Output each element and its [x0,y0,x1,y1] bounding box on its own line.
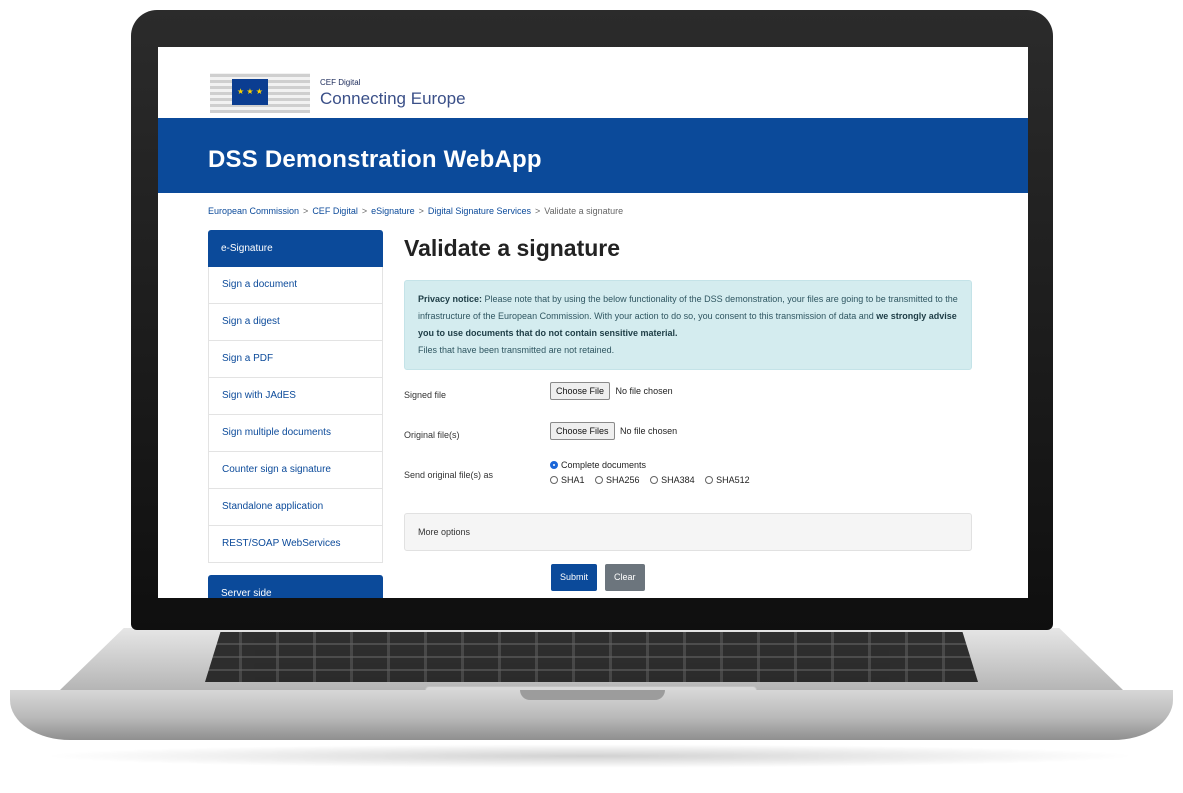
sidebar-item-sign-pdf[interactable]: Sign a PDF [208,341,383,378]
sidebar-item-sign-jades[interactable]: Sign with JAdES [208,378,383,415]
breadcrumb-european-commission[interactable]: European Commission [208,206,299,216]
sidebar-nav: e-Signature Sign a document Sign a diges… [208,230,383,598]
radio-sha256-label: SHA256 [606,475,640,485]
original-files-label: Original file(s) [404,430,460,440]
laptop-notch [520,690,665,700]
notice-retention: Files that have been transmitted are not… [418,345,615,355]
laptop-keyboard [205,632,978,682]
submit-button[interactable]: Submit [551,564,598,591]
breadcrumb-esignature[interactable]: eSignature [371,206,415,216]
breadcrumb-digital-signature-services[interactable]: Digital Signature Services [428,206,531,216]
radio-complete-label: Complete documents [561,460,647,470]
logo-small-text: CEF Digital [320,78,361,87]
sidebar-heading-esignature: e-Signature [208,230,383,267]
main-content: Validate a signature Privacy notice: Ple… [404,230,972,594]
radio-sha1-label: SHA1 [561,475,585,485]
radio-empty-icon [550,476,558,484]
radio-empty-icon [705,476,714,484]
original-files-status: No file chosen [620,426,678,436]
radio-complete-documents[interactable]: Complete documents [550,460,758,470]
radio-sha384[interactable]: SHA384 [650,475,695,485]
original-files-choose-button[interactable]: Choose Files [550,422,615,440]
breadcrumb-separator: > [534,206,541,216]
laptop-shadow [40,744,1140,768]
breadcrumb-cef-digital[interactable]: CEF Digital [312,206,358,216]
form-actions: Submit Clear [404,564,972,594]
breadcrumb-separator: > [418,206,424,216]
breadcrumb-separator: > [303,206,309,216]
more-options-panel[interactable]: More options [404,513,972,551]
radio-sha512-label: SHA512 [716,475,750,485]
site-banner: DSS Demonstration WebApp [158,118,1028,193]
breadcrumb: European Commission > CEF Digital > eSignatu… [208,206,623,216]
sidebar-item-webservices[interactable]: REST/SOAP WebServices [208,526,383,563]
sidebar-heading-server-side: Server side [208,575,383,598]
radio-empty-icon [595,476,604,484]
radio-empty-icon [650,476,659,484]
privacy-notice: Privacy notice: Please note that by usin… [404,280,972,370]
send-as-label: Send original file(s) as [404,470,494,480]
breadcrumb-current: Validate a signature [544,206,624,216]
clear-button[interactable]: Clear [605,564,645,591]
site-title: DSS Demonstration WebApp [208,146,542,173]
sidebar-item-standalone[interactable]: Standalone application [208,489,383,526]
laptop-screen: ★ ★ ★ CEF Digital Connecting Europe DSS … [158,47,1028,598]
sidebar-item-counter-sign[interactable]: Counter sign a signature [208,452,383,489]
logo-big-text: Connecting Europe [320,89,466,108]
signed-file-row: Signed file Choose File No file chosen [404,377,972,417]
notice-lead: Privacy notice: [418,294,483,304]
breadcrumb-separator: > [361,206,368,216]
radio-sha256[interactable]: SHA256 [595,475,640,485]
signed-file-status: No file chosen [615,386,673,396]
original-files-row: Original file(s) Choose Files No file ch… [404,417,972,457]
radio-sha512[interactable]: SHA512 [705,475,750,485]
radio-sha1[interactable]: SHA1 [550,475,585,485]
eu-flag-icon: ★ ★ ★ [232,79,268,105]
signed-file-label: Signed file [404,390,447,400]
radio-selected-icon [550,461,558,469]
page-title: Validate a signature [404,235,621,261]
signed-file-choose-button[interactable]: Choose File [550,382,611,400]
cef-logo[interactable]: ★ ★ ★ CEF Digital Connecting Europe [210,69,510,115]
sidebar-item-sign-digest[interactable]: Sign a digest [208,304,383,341]
send-as-row: Send original file(s) as Complete docume… [404,457,972,503]
radio-sha384-label: SHA384 [661,475,695,485]
sidebar-item-sign-multiple[interactable]: Sign multiple documents [208,415,383,452]
sidebar-item-sign-document[interactable]: Sign a document [208,267,383,304]
